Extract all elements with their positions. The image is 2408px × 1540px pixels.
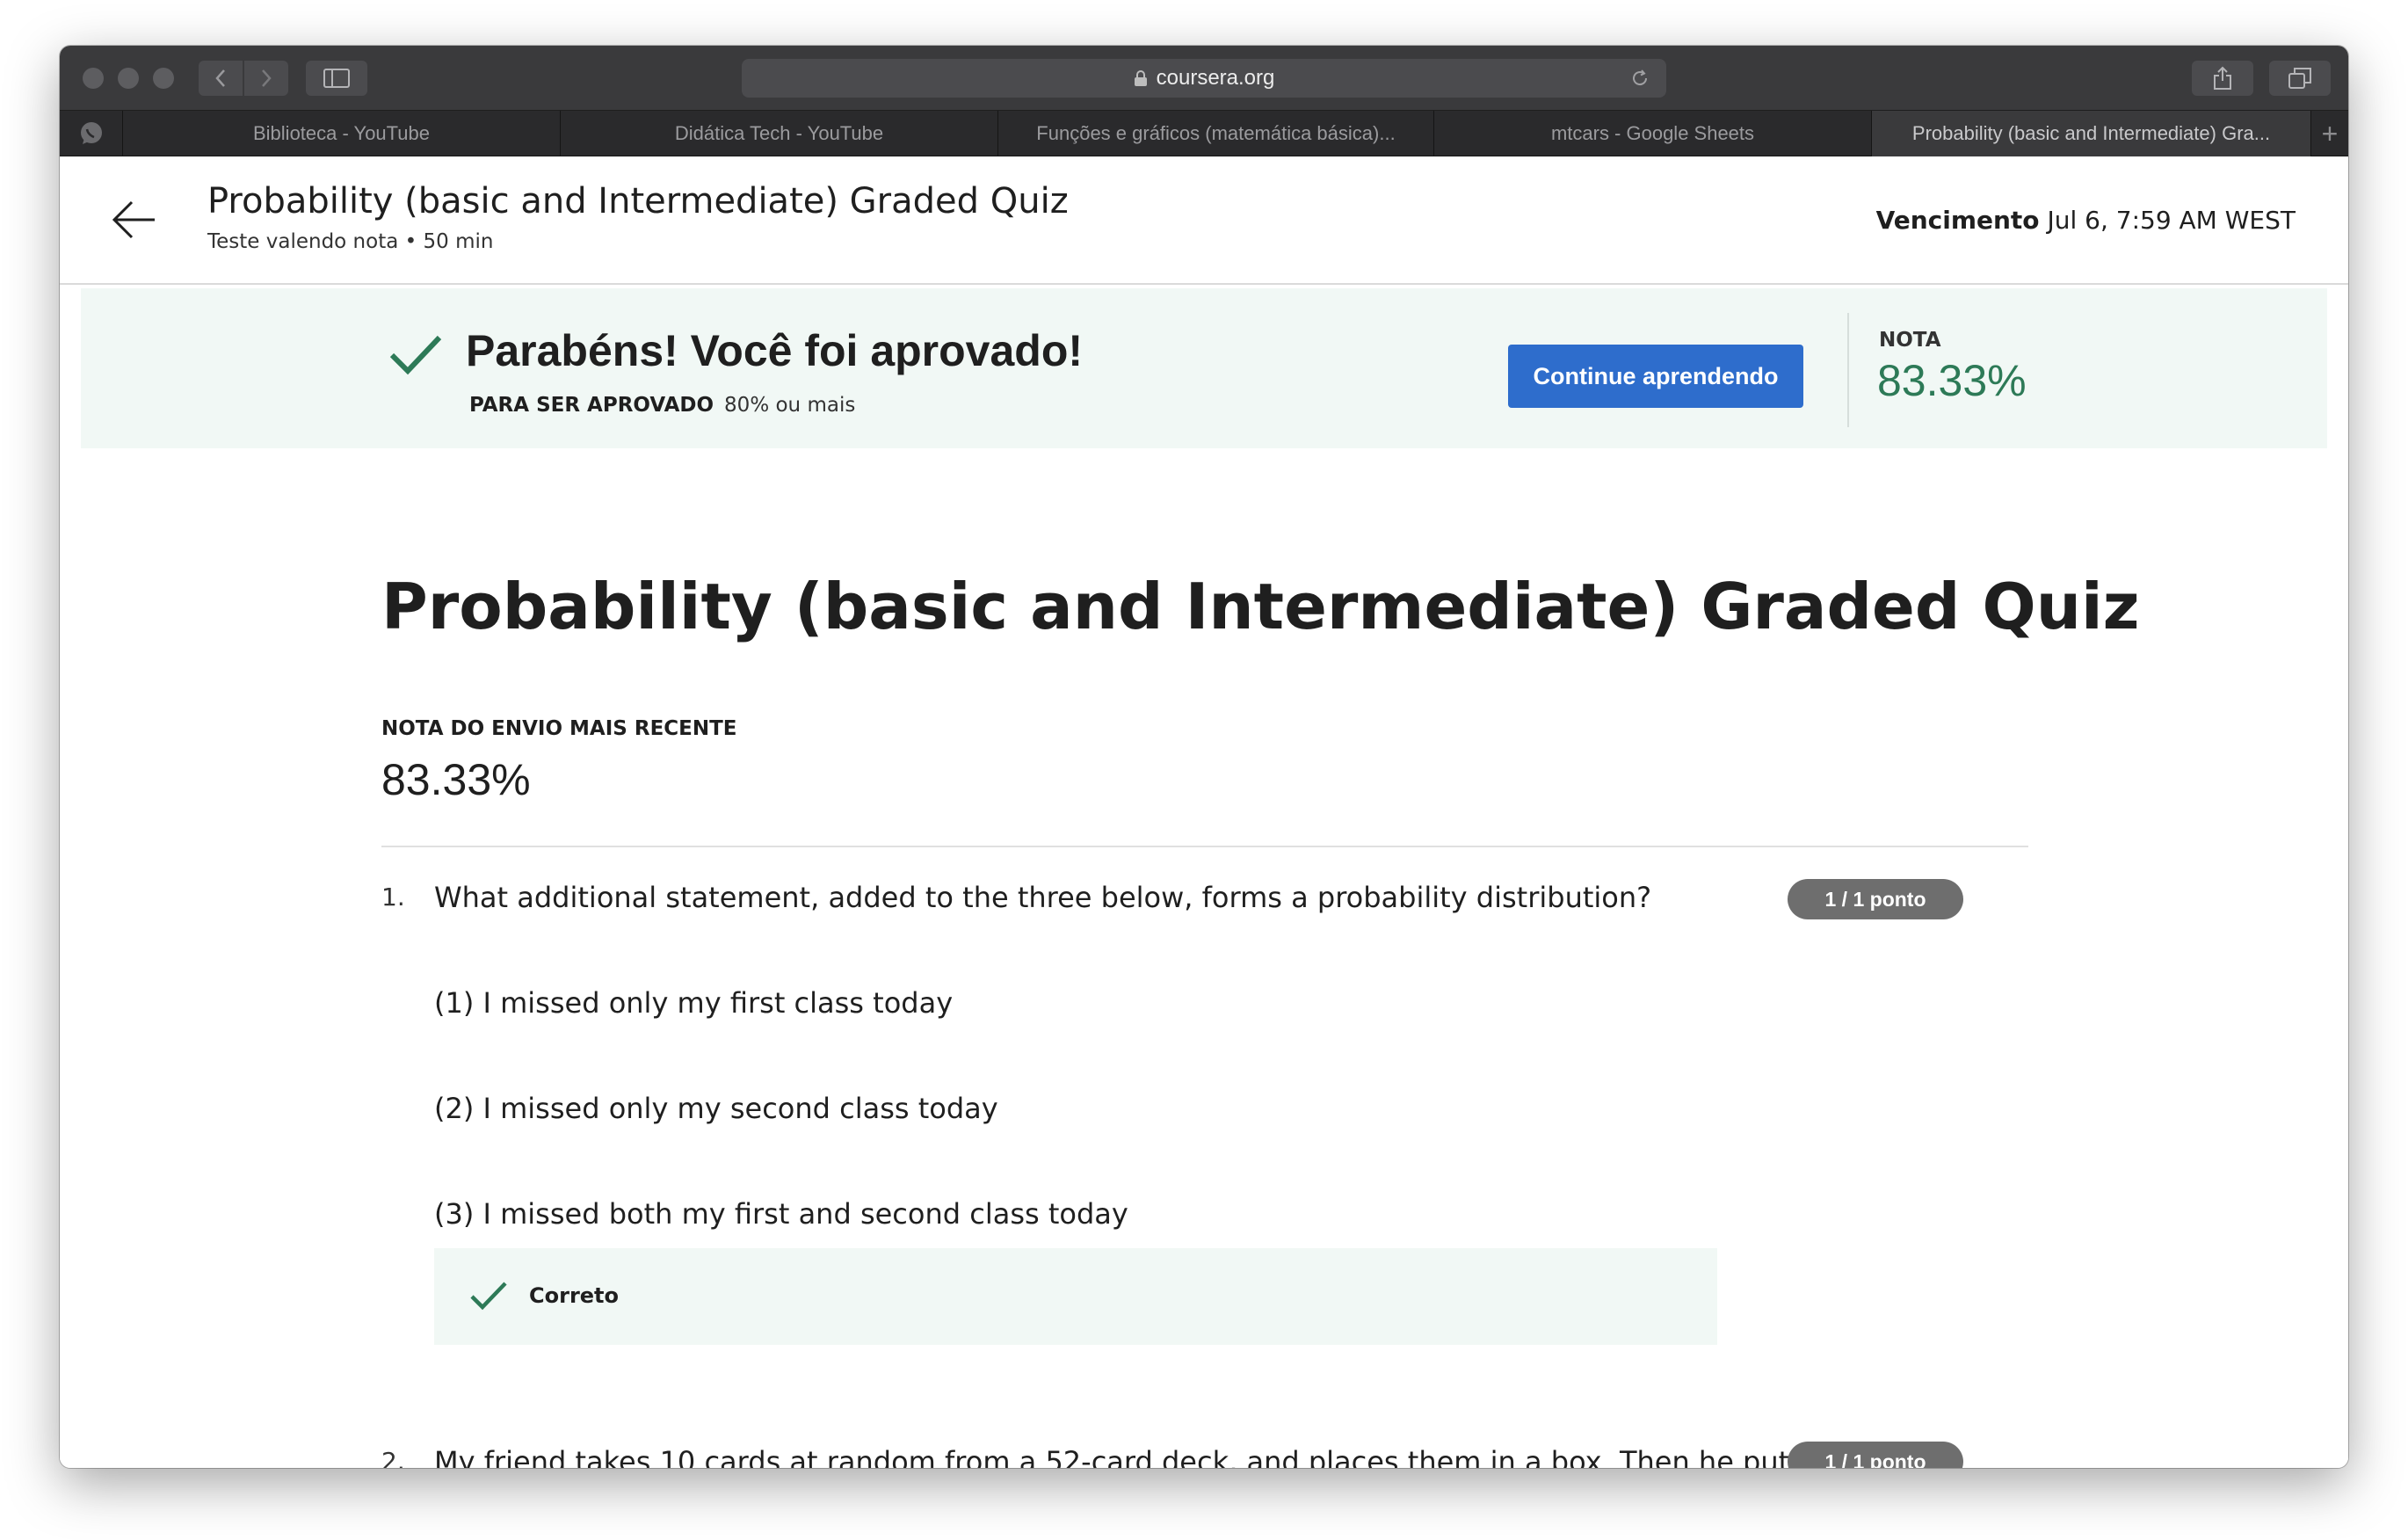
maximize-window-button[interactable] — [153, 68, 174, 89]
tab-mtcars-google-sheets[interactable]: mtcars - Google Sheets — [1434, 111, 1872, 156]
tab-label: Probability (basic and Intermediate) Gra… — [1911, 122, 2271, 144]
question-statement: (1) I missed only my first class today — [434, 986, 954, 1020]
quiz-title: Probability (basic and Intermediate) Gra… — [381, 570, 2140, 643]
due-value: Jul 6, 7:59 AM WEST — [2047, 206, 2296, 235]
new-tab-button[interactable]: + — [2311, 111, 2348, 156]
grade-label: NOTA — [1879, 329, 1941, 352]
chevron-right-icon — [262, 69, 272, 87]
page-subtitle: Teste valendo nota • 50 min — [207, 230, 494, 253]
question-text: My friend takes 10 cards at random from … — [434, 1445, 1804, 1468]
due-label: Vencimento — [1875, 206, 2040, 235]
points-badge: 1 / 1 ponto — [1788, 879, 1963, 919]
address-bar[interactable]: coursera.org — [742, 59, 1666, 98]
question-text: What additional statement, added to the … — [434, 881, 1652, 914]
browser-window: coursera.org Biblioteca - YouTube Didáti… — [60, 46, 2348, 1468]
share-button[interactable] — [2192, 61, 2253, 96]
pass-requirement-label: PARA SER APROVADO — [469, 394, 714, 417]
forward-button[interactable] — [244, 61, 288, 96]
pass-requirement-value: 80% ou mais — [724, 394, 856, 417]
quiz-header: Probability (basic and Intermediate) Gra… — [60, 156, 2348, 285]
continue-learning-button[interactable]: Continue aprendendo — [1508, 345, 1803, 408]
pass-banner: Parabéns! Você foi aprovado! PARA SER AP… — [81, 288, 2327, 448]
tab-biblioteca-youtube[interactable]: Biblioteca - YouTube — [123, 111, 561, 156]
back-arrow-icon[interactable] — [109, 195, 158, 249]
tab-label: Didática Tech - YouTube — [674, 122, 884, 144]
minimize-window-button[interactable] — [118, 68, 139, 89]
address-text: coursera.org — [1156, 66, 1275, 90]
recent-grade-value: 83.33% — [381, 755, 531, 804]
page-title: Probability (basic and Intermediate) Gra… — [207, 181, 1069, 222]
tabs-overview-icon — [2288, 68, 2311, 89]
tab-label: mtcars - Google Sheets — [1550, 122, 1755, 144]
whatsapp-icon — [80, 122, 102, 144]
tab-label: Biblioteca - YouTube — [253, 122, 430, 144]
tab-bar: Biblioteca - YouTube Didática Tech - You… — [60, 111, 2348, 156]
chevron-left-icon — [215, 69, 225, 87]
reload-icon[interactable] — [1629, 68, 1650, 95]
plus-icon: + — [2321, 117, 2339, 149]
pinned-tab-whatsapp[interactable] — [60, 111, 123, 156]
question-statement: (3) I missed both my first and second cl… — [434, 1197, 1128, 1231]
pass-message: Parabéns! Você foi aprovado! — [466, 326, 1084, 375]
back-button[interactable] — [199, 61, 243, 96]
grade-value: 83.33% — [1877, 356, 2027, 405]
sidebar-toggle-button[interactable] — [306, 61, 367, 96]
points-badge: 1 / 1 ponto — [1788, 1442, 1963, 1468]
share-icon — [2214, 66, 2231, 90]
answer-feedback: Correto — [434, 1248, 1717, 1345]
divider — [1847, 313, 1849, 427]
browser-toolbar: coursera.org — [60, 46, 2348, 111]
check-icon — [389, 335, 442, 375]
question-statement: (2) I missed only my second class today — [434, 1092, 998, 1125]
sidebar-icon — [323, 69, 350, 88]
due-date: Vencimento Jul 6, 7:59 AM WEST — [1876, 206, 2296, 235]
divider — [381, 846, 2028, 847]
close-window-button[interactable] — [83, 68, 104, 89]
pass-requirement: PARA SER APROVADO 80% ou mais — [469, 394, 855, 417]
page-content: Probability (basic and Intermediate) Gra… — [60, 156, 2348, 1468]
check-icon — [470, 1282, 507, 1311]
feedback-text: Correto — [529, 1283, 620, 1308]
show-tabs-button[interactable] — [2269, 61, 2331, 96]
question-number: 1. — [381, 883, 405, 912]
tab-probability-quiz[interactable]: Probability (basic and Intermediate) Gra… — [1872, 111, 2311, 156]
tab-didatica-tech-youtube[interactable]: Didática Tech - YouTube — [561, 111, 998, 156]
lock-icon — [1134, 69, 1148, 87]
recent-grade-label: NOTA DO ENVIO MAIS RECENTE — [381, 717, 737, 740]
tab-funcoes-e-graficos[interactable]: Funções e gráficos (matemática básica)..… — [998, 111, 1434, 156]
question-number: 2. — [381, 1447, 405, 1468]
tab-label: Funções e gráficos (matemática básica)..… — [1036, 122, 1396, 144]
